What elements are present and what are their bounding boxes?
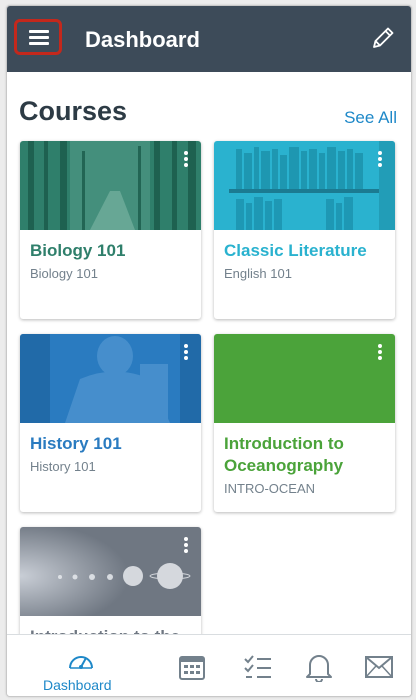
edit-dashboard-button[interactable]	[369, 24, 397, 52]
tab-inbox[interactable]	[349, 635, 409, 696]
menu-button[interactable]	[14, 19, 62, 55]
courses-heading: Courses	[19, 96, 128, 126]
course-card-biology[interactable]: Biology 101 Biology 101	[20, 141, 201, 319]
app-screen: Dashboard Courses See All Biology 101 Bi…	[6, 5, 412, 697]
course-card-oceanography[interactable]: Introduction to Oceanography INTRO-OCEAN	[214, 334, 395, 512]
tab-calendar[interactable]	[162, 635, 222, 696]
course-title: Biology 101	[30, 241, 126, 260]
tab-notifications[interactable]	[289, 635, 349, 696]
course-card-classic-literature[interactable]: Classic Literature English 101	[214, 141, 395, 319]
tab-todo[interactable]	[229, 635, 289, 696]
dashboard-icon	[69, 656, 93, 669]
course-code: Biology 101	[30, 266, 98, 281]
course-image	[214, 334, 395, 423]
more-options-icon[interactable]	[183, 537, 189, 555]
notifications-icon	[306, 655, 332, 682]
hamburger-icon-line	[29, 36, 49, 39]
course-code: INTRO-OCEAN	[224, 481, 315, 496]
more-options-icon[interactable]	[377, 344, 383, 362]
todo-icon	[244, 655, 271, 678]
course-title: History 101	[30, 434, 122, 453]
pencil-icon	[373, 27, 394, 48]
course-code: History 101	[30, 459, 96, 474]
course-image	[214, 141, 395, 230]
tab-label: Dashboard	[43, 677, 112, 693]
course-code: English 101	[224, 266, 292, 281]
course-title: Classic Literature	[224, 241, 367, 260]
see-all-link[interactable]: See All	[344, 108, 397, 128]
course-image	[20, 141, 201, 230]
more-options-icon[interactable]	[183, 344, 189, 362]
course-title: Introduction to Oceanography	[224, 434, 344, 475]
hamburger-icon	[29, 30, 49, 33]
course-image	[20, 527, 201, 616]
course-image	[20, 334, 201, 423]
more-options-icon[interactable]	[183, 151, 189, 169]
tab-dashboard[interactable]: Dashboard	[31, 635, 131, 696]
inbox-icon	[365, 656, 393, 678]
app-bar: Dashboard	[7, 6, 411, 72]
bottom-tab-bar: Dashboard	[7, 634, 411, 696]
course-card-history[interactable]: History 101 History 101	[20, 334, 201, 512]
calendar-icon	[179, 656, 205, 680]
page-title: Dashboard	[85, 27, 200, 52]
hamburger-icon-line	[29, 42, 49, 45]
more-options-icon[interactable]	[377, 151, 383, 169]
